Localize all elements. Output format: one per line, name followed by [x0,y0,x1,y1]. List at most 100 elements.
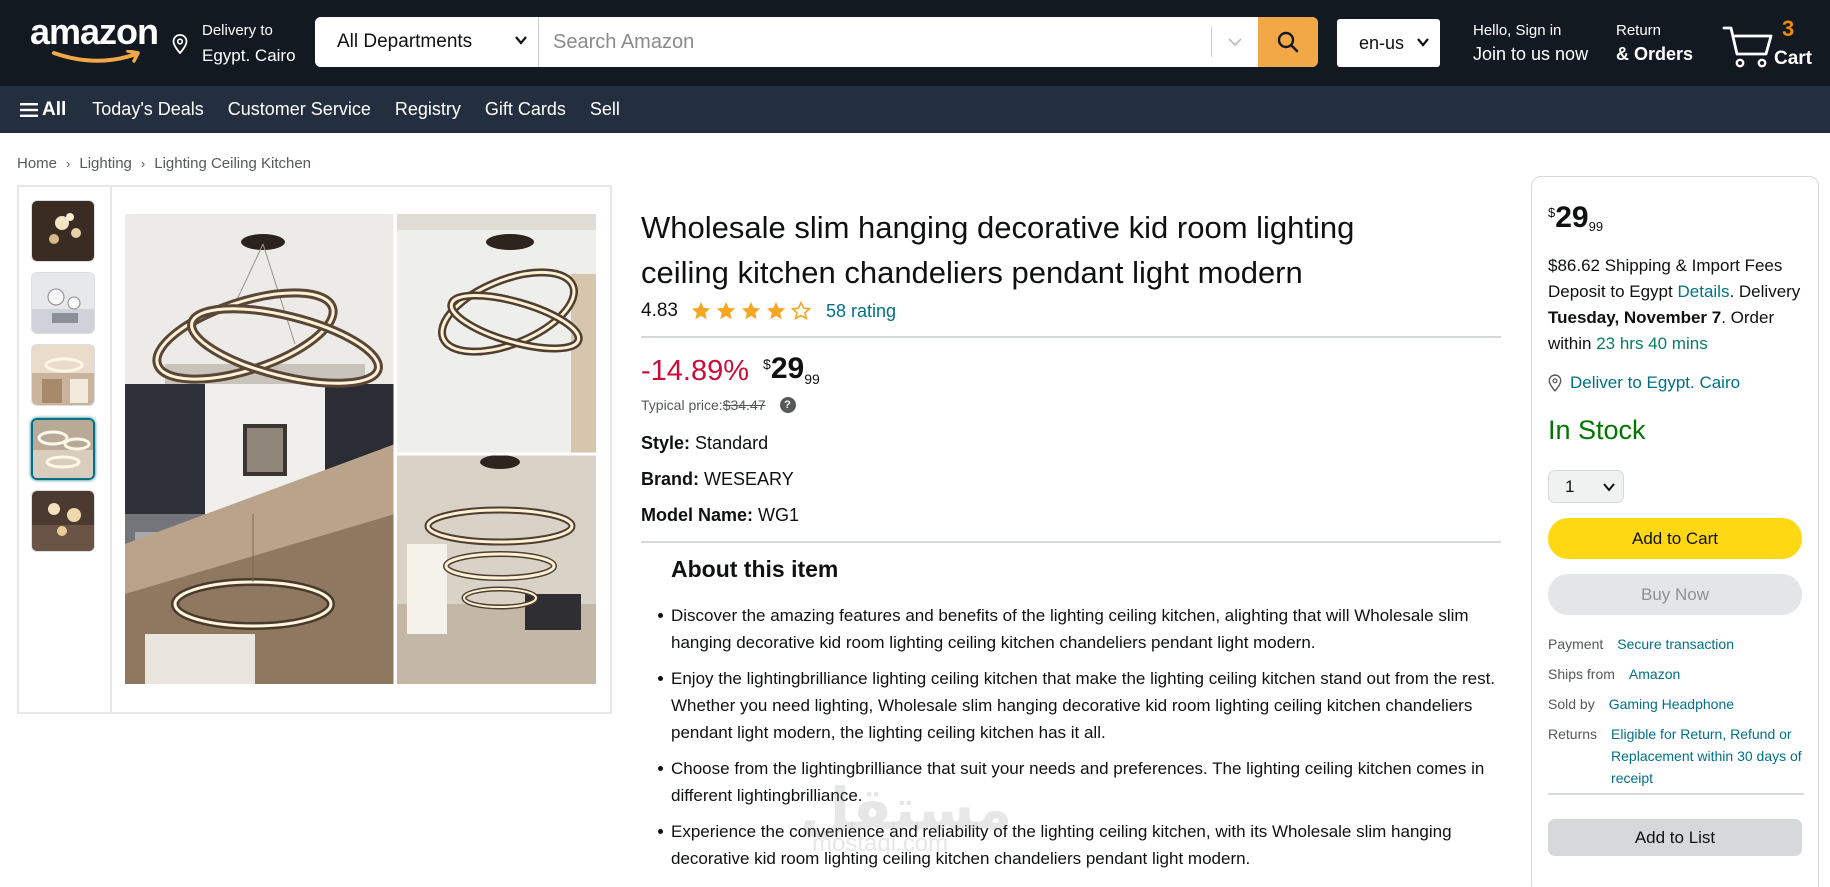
buybox-details: Payment Secure transaction Ships from Am… [1548,633,1810,797]
rating-row: 4.83 58 rating [641,300,896,322]
stock-status: In Stock [1548,415,1646,445]
product-title: Wholesale slim hanging decorative kid ro… [641,210,1355,290]
quantity-select[interactable]: 1 [1548,470,1624,503]
main-product-image[interactable] [125,214,596,684]
price-whole: 29 [770,352,805,385]
list-item: Choose from the lightingbrilliance that … [658,755,1501,809]
detail-row-sold-by: Sold by Gaming Headphone [1548,693,1810,715]
department-select[interactable]: All Departments [315,17,539,67]
language-label: en-us [1359,32,1405,53]
chevron-down-icon [1417,38,1429,47]
search-input[interactable] [539,17,1211,67]
breadcrumb-lighting-ceiling-kitchen[interactable]: Lighting Ceiling Kitchen [154,155,311,172]
price-row: -14.89% $ 29 99 [641,352,820,388]
detail-row-ships-from: Ships from Amazon [1548,663,1810,685]
price-whole: 29 [1555,201,1589,234]
divider [641,336,1501,338]
nav-item-gift-cards[interactable]: Gift Cards [485,99,566,120]
spec-value: WESEARY [704,469,794,489]
rating-count-link[interactable]: 58 rating [826,301,896,322]
thumbnail-3[interactable] [31,344,95,406]
amazon-logo[interactable]: amazon [30,11,159,63]
product-gallery [17,185,612,714]
order-within-time: 23 hrs 40 mins [1596,334,1708,353]
delivery-location-text: Egypt. Cairo [202,46,296,65]
search-dropdown[interactable] [1212,17,1258,67]
detail-value[interactable]: Amazon [1629,663,1680,685]
cart-count: 3 [1782,16,1795,41]
top-header: amazon Delivery to Egypt. Cairo All Depa… [0,0,1830,86]
nav-bar: All Today's Deals Customer Service Regis… [0,86,1830,133]
thumbnail-4-selected[interactable] [31,418,95,480]
account-signin[interactable]: Hello, Sign in Join to us now [1473,22,1588,65]
discount-badge: -14.89% [641,355,750,387]
thumbnail-5[interactable] [31,490,95,552]
details-link[interactable]: Details [1677,282,1729,301]
divider [1548,793,1804,795]
account-link: Join to us now [1473,44,1589,64]
logo-text: amazon [30,11,159,52]
buy-now-button[interactable]: Buy Now [1548,574,1802,615]
detail-key: Returns [1548,726,1598,742]
chevron-right-icon: › [66,156,71,171]
deliver-to-link[interactable]: Deliver to Egypt. Cairo [1548,373,1740,393]
about-item-list: Discover the amazing features and benefi… [658,602,1501,881]
cart-button[interactable]: 3 Cart [1722,16,1818,72]
spec-label: Brand: [641,469,699,489]
star-filled-icon [766,301,786,320]
smile-arrow-icon [52,50,140,63]
location-pin-icon [172,34,188,54]
language-select[interactable]: en-us [1337,19,1440,67]
cart-icon [1722,26,1773,68]
detail-value[interactable]: Gaming Headphone [1609,693,1734,715]
list-item: Enjoy the lightingbrilliance lighting ce… [658,665,1501,746]
chevron-down-icon [1228,38,1242,47]
watermark-text: mostaql.com [812,830,949,857]
price-fraction: 99 [804,371,820,387]
price-symbol: $ [1548,205,1556,220]
location-pin-icon [1548,374,1562,392]
returns-orders[interactable]: Return & Orders [1616,22,1693,65]
spec-model-name: Model Name: WG1 [641,505,799,526]
breadcrumb-lighting[interactable]: Lighting [79,155,132,172]
add-to-list-button[interactable]: Add to List [1548,819,1802,856]
star-empty-icon [790,300,812,321]
typical-price-value: $34.47 [722,397,766,413]
star-rating[interactable] [690,300,812,322]
add-to-cart-button[interactable]: Add to Cart [1548,518,1802,559]
price-symbol: $ [763,356,771,372]
detail-value[interactable]: Eligible for Return, Refund or Replaceme… [1611,723,1810,789]
shipping-info: $86.62 Shipping & Import Fees Deposit to… [1548,256,1801,353]
spec-style: Style: Standard [641,433,768,454]
star-filled-icon [691,301,711,320]
star-filled-icon [741,301,761,320]
search-button[interactable] [1258,17,1318,67]
search-icon [1277,31,1299,53]
typical-price-label: Typical price: [641,397,723,413]
chandelier-photo [125,214,596,684]
thumbnail-2[interactable] [31,272,95,334]
about-item-heading: About this item [671,556,839,582]
spec-label: Model Name: [641,505,754,525]
nav-item-todays-deals[interactable]: Today's Deals [92,99,204,120]
help-icon[interactable]: ? [779,397,796,413]
orders-label: & Orders [1616,44,1694,64]
nav-all-menu[interactable]: All [20,99,66,121]
buy-box: $ 29 99 $86.62 Shipping & Import Fees De… [1531,176,1819,887]
thumbnail-1[interactable] [31,200,95,262]
chevron-right-icon: › [140,156,146,171]
nav-item-sell[interactable]: Sell [590,99,620,120]
nav-item-registry[interactable]: Registry [395,99,461,120]
deliver-to-text: Deliver to Egypt. Cairo [1570,373,1741,392]
buybox-price: $ 29 99 [1548,201,1603,235]
spec-value: Standard [695,433,769,453]
detail-value[interactable]: Secure transaction [1617,633,1734,655]
department-label: All Departments [337,31,473,52]
divider [641,541,1501,543]
nav-item-customer-service[interactable]: Customer Service [228,99,371,120]
hamburger-icon [20,102,38,117]
delivery-date: Tuesday, November 7 [1548,308,1722,327]
list-item: Discover the amazing features and benefi… [658,602,1501,656]
delivery-prefix: Delivery [1738,282,1801,301]
breadcrumb-home[interactable]: Home [17,155,57,172]
